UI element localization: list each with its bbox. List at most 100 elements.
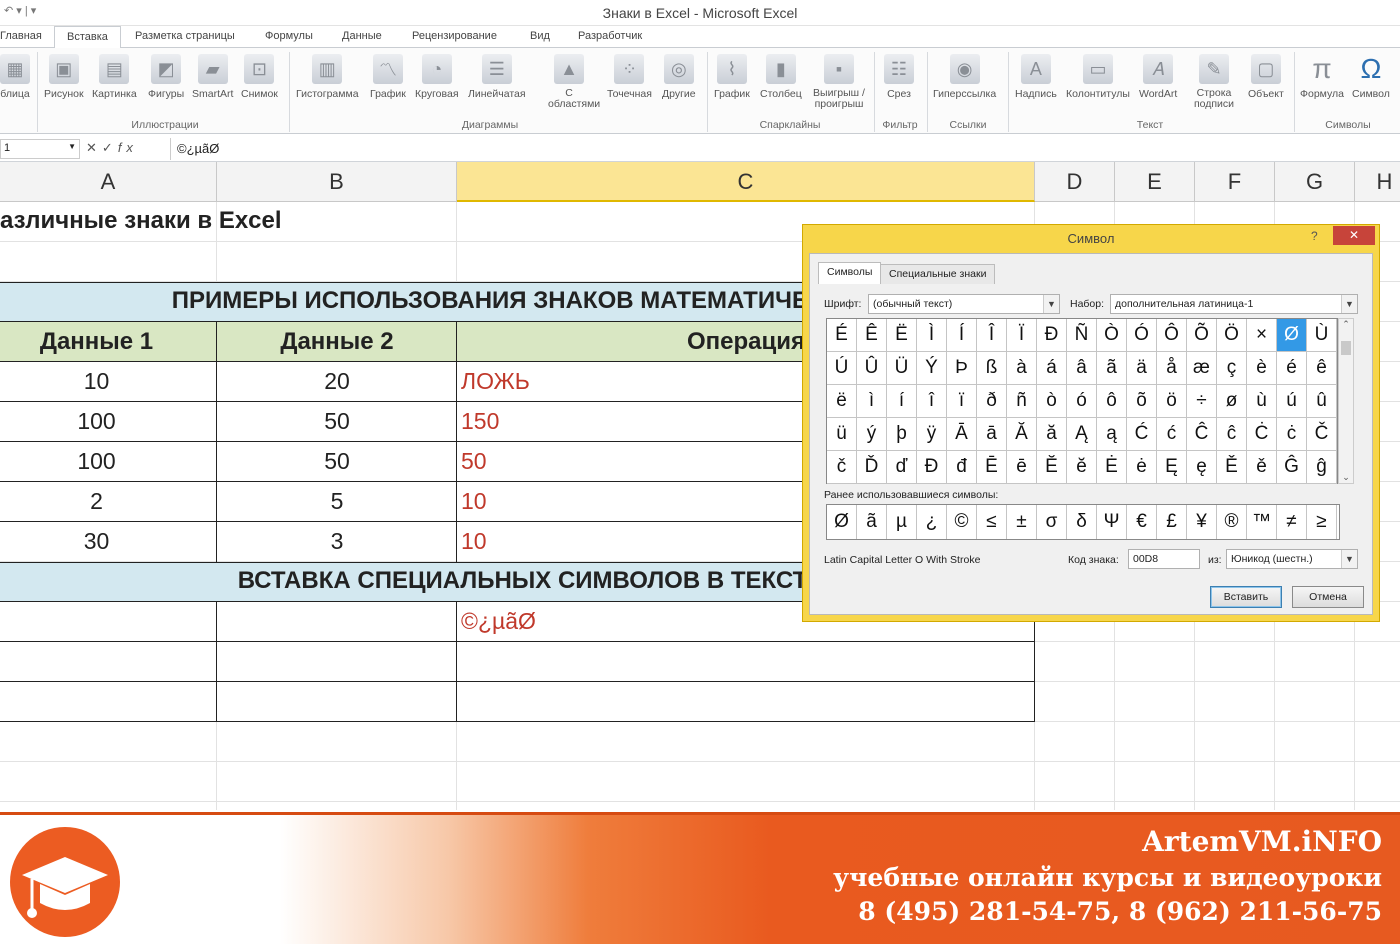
tab-special-chars[interactable]: Специальные знаки [880,264,996,284]
symbol-cell[interactable]: ò [1037,385,1067,418]
symbol-cell[interactable]: Ċ [1247,418,1277,451]
symbol-cell[interactable]: Ú [827,352,857,385]
symbol-cell[interactable]: ċ [1277,418,1307,451]
cancel-button[interactable]: Отмена [1292,586,1364,608]
chevron-down-icon[interactable]: ⌄ [1339,472,1353,483]
picture-button[interactable]: ▣ Рисунок [44,52,84,100]
tab-data[interactable]: Данные [342,30,382,42]
symbol-cell[interactable]: Ò [1097,319,1127,352]
symbol-cell[interactable]: ø [1217,385,1247,418]
symbol-cell[interactable]: Ð [1037,319,1067,352]
symbol-cell[interactable]: ß [977,352,1007,385]
recent-symbol-cell[interactable]: µ [887,505,917,539]
shapes-button[interactable]: ◩ Фигуры [148,52,184,100]
symbol-cell[interactable]: Ü [887,352,917,385]
symbol-cell[interactable]: ÿ [917,418,947,451]
subset-select[interactable]: дополнительная латиница-1 ▼ [1110,294,1358,314]
slicer-button[interactable]: ☷ Срез [884,52,914,100]
name-box[interactable]: 1 ▼ [0,139,80,159]
symbol-cell[interactable]: Ě [1217,451,1247,484]
header-footer-button[interactable]: ▭ Колонтитулы [1066,52,1130,100]
symbol-cell[interactable]: ė [1127,451,1157,484]
chevron-up-icon[interactable]: ⌃ [1339,319,1353,330]
symbol-cell[interactable]: Û [857,352,887,385]
recent-symbol-cell[interactable]: ™ [1247,505,1277,539]
recent-symbol-cell[interactable]: δ [1067,505,1097,539]
insert-button[interactable]: Вставить [1210,586,1282,608]
sparkline-line-button[interactable]: ⌇ График [714,52,750,100]
close-button[interactable]: ✕ [1333,226,1375,245]
symbol-cell[interactable]: Ă [1007,418,1037,451]
symbol-cell[interactable]: ê [1307,352,1337,385]
table-row-3-data2[interactable]: 50 [217,448,457,475]
recent-symbol-cell[interactable]: ¥ [1187,505,1217,539]
symbol-cell[interactable]: í [887,385,917,418]
tab-page-layout[interactable]: Разметка страницы [135,30,235,42]
signature-line-button[interactable]: ✎ Строка подписи [1188,52,1240,110]
symbol-cell[interactable]: Ę [1157,451,1187,484]
recent-symbol-cell[interactable]: Ø [827,505,857,539]
recent-symbol-cell[interactable]: ã [857,505,887,539]
symbol-cell[interactable]: æ [1187,352,1217,385]
table-row-4-data1[interactable]: 2 [0,488,193,515]
symbol-cell[interactable]: ö [1157,385,1187,418]
sparkline-winloss-button[interactable]: ▪ Выигрыш / проигрыш [810,52,868,110]
table-row-2-data2[interactable]: 50 [217,408,457,435]
symbol-cell[interactable]: Ĕ [1037,451,1067,484]
column-header-f[interactable]: F [1195,162,1275,202]
function-icon[interactable]: fx [118,140,138,155]
table-button[interactable]: ▦ блица [0,52,30,100]
symbol-cell[interactable]: ç [1217,352,1247,385]
recent-symbol-cell[interactable]: ≤ [977,505,1007,539]
symbol-cell[interactable]: ĉ [1217,418,1247,451]
symbol-cell[interactable]: ć [1157,418,1187,451]
scroll-thumb[interactable] [1341,341,1351,355]
symbol-cell[interactable]: Ø [1277,319,1307,352]
symbol-cell[interactable]: ā [977,418,1007,451]
scatter-chart-button[interactable]: ⁘ Точечная [607,52,652,100]
recent-symbol-cell[interactable]: £ [1157,505,1187,539]
recent-symbol-cell[interactable]: € [1127,505,1157,539]
sparkline-column-button[interactable]: ▮ Столбец [760,52,802,100]
symbol-cell[interactable]: è [1247,352,1277,385]
smartart-button[interactable]: ▰ SmartArt [192,52,233,100]
symbol-cell[interactable]: ì [857,385,887,418]
symbol-cell[interactable]: Í [947,319,977,352]
tab-symbols[interactable]: Символы [818,262,882,284]
font-select[interactable]: (обычный текст) ▼ [868,294,1060,314]
table-row-1-data2[interactable]: 20 [217,368,457,395]
table-row-1-data1[interactable]: 10 [0,368,193,395]
symbol-cell[interactable]: ó [1067,385,1097,418]
table-row-3-operation[interactable]: 50 [461,448,487,475]
recent-symbol-cell[interactable]: ± [1007,505,1037,539]
object-button[interactable]: ▢ Объект [1248,52,1284,100]
symbol-cell[interactable]: á [1037,352,1067,385]
pie-chart-button[interactable]: ◔ Круговая [415,52,459,100]
tab-insert[interactable]: Вставка [54,26,121,49]
symbol-cell[interactable]: ë [827,385,857,418]
symbol-cell[interactable]: Ý [917,352,947,385]
symbol-cell[interactable]: Ù [1307,319,1337,352]
symbol-cell[interactable]: ï [947,385,977,418]
symbol-cell[interactable]: ô [1097,385,1127,418]
column-header-c[interactable]: C [457,162,1035,202]
symbol-cell[interactable]: õ [1127,385,1157,418]
symbol-cell[interactable]: ę [1187,451,1217,484]
column-header-g[interactable]: G [1275,162,1355,202]
table-row-3-data1[interactable]: 100 [0,448,193,475]
symbol-cell[interactable]: × [1247,319,1277,352]
from-select[interactable]: Юникод (шестн.) ▼ [1226,549,1358,569]
symbol-cell[interactable]: ú [1277,385,1307,418]
symbol-cell[interactable]: ñ [1007,385,1037,418]
symbol-cell[interactable]: Đ [917,451,947,484]
table-row-2-data1[interactable]: 100 [0,408,193,435]
recent-symbol-cell[interactable]: Ψ [1097,505,1127,539]
symbol-cell[interactable]: ü [827,418,857,451]
area-chart-button[interactable]: ▲ С областями [548,52,600,110]
recent-symbol-cell[interactable]: ≠ [1277,505,1307,539]
symbol-cell[interactable]: ą [1097,418,1127,451]
symbol-cell[interactable]: ÷ [1187,385,1217,418]
symbol-cell[interactable]: Č [1307,418,1337,451]
column-header-h[interactable]: H [1355,162,1400,202]
table-row-4-data2[interactable]: 5 [217,488,457,515]
